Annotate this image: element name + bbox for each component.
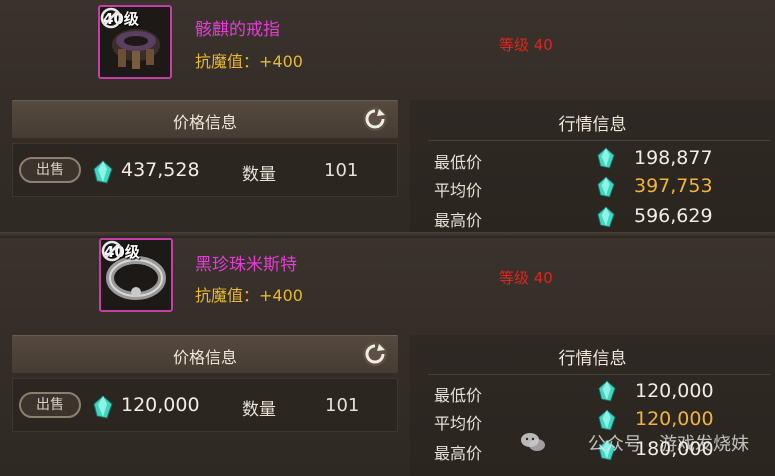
price-info-title: 价格信息 bbox=[172, 113, 237, 132]
refresh-icon[interactable] bbox=[362, 341, 388, 367]
divider bbox=[428, 140, 770, 141]
min-price-value: 198,877 bbox=[634, 147, 713, 169]
item-name: 骸麒的戒指 bbox=[195, 20, 280, 40]
market-info-title: 行情信息 bbox=[558, 115, 627, 135]
gem-icon bbox=[93, 395, 113, 419]
item-listing-1: 40级 骸麒的戒指 抗魔值：+400 等级 40 价格信息 出售 437,528… bbox=[0, 0, 775, 238]
item-stat: 抗魔值：+400 bbox=[195, 286, 303, 305]
refresh-icon[interactable] bbox=[362, 106, 388, 132]
price-info-header: 价格信息 bbox=[12, 335, 398, 373]
sell-row: 出售 120,000 数量 101 bbox=[12, 378, 398, 432]
item-icon-slot[interactable]: 40级 bbox=[99, 238, 173, 312]
market-info-panel: 行情信息 最低价 198,877 平均价 397,753 最高价 596,629 bbox=[410, 100, 775, 232]
level-requirement: 等级 40 bbox=[499, 269, 553, 287]
quantity-label: 数量 bbox=[242, 165, 276, 185]
avg-price-value: 397,753 bbox=[634, 175, 713, 197]
max-price-label: 最高价 bbox=[434, 211, 483, 230]
min-price-label: 最低价 bbox=[434, 386, 483, 405]
gem-icon bbox=[598, 380, 616, 402]
no-trade-icon bbox=[100, 7, 122, 29]
max-price-value: 596,629 bbox=[634, 205, 713, 227]
min-price-value: 120,000 bbox=[635, 380, 714, 402]
gem-icon bbox=[93, 160, 113, 184]
item-stat: 抗魔值：+400 bbox=[195, 52, 303, 71]
max-price-label: 最高价 bbox=[434, 444, 483, 463]
sell-button[interactable]: 出售 bbox=[19, 392, 81, 418]
market-info-title: 行情信息 bbox=[558, 349, 627, 369]
divider bbox=[428, 374, 770, 375]
avg-price-label: 平均价 bbox=[434, 414, 483, 433]
quantity-value: 101 bbox=[324, 160, 359, 181]
gem-icon bbox=[597, 206, 615, 228]
watermark-text: 公众号 · 游戏发烧妹 bbox=[587, 434, 749, 455]
quantity-value: 101 bbox=[325, 395, 360, 416]
quantity-label: 数量 bbox=[242, 400, 276, 420]
gem-icon bbox=[597, 147, 615, 169]
gem-icon bbox=[597, 176, 615, 198]
price-info-title: 价格信息 bbox=[172, 348, 237, 367]
wechat-icon bbox=[521, 433, 545, 451]
avg-price-label: 平均价 bbox=[434, 181, 483, 200]
sell-row: 出售 437,528 数量 101 bbox=[12, 143, 398, 197]
gem-icon bbox=[598, 409, 616, 431]
sell-price: 437,528 bbox=[121, 159, 200, 181]
item-name: 黑珍珠米斯特 bbox=[195, 255, 297, 275]
sell-button[interactable]: 出售 bbox=[19, 157, 81, 183]
no-trade-icon bbox=[101, 240, 123, 262]
sell-price: 120,000 bbox=[121, 394, 200, 416]
level-requirement: 等级 40 bbox=[499, 36, 553, 54]
avg-price-value: 120,000 bbox=[635, 408, 714, 430]
item-icon-slot[interactable]: 40级 bbox=[98, 5, 172, 79]
min-price-label: 最低价 bbox=[434, 153, 483, 172]
price-info-header: 价格信息 bbox=[12, 100, 398, 138]
